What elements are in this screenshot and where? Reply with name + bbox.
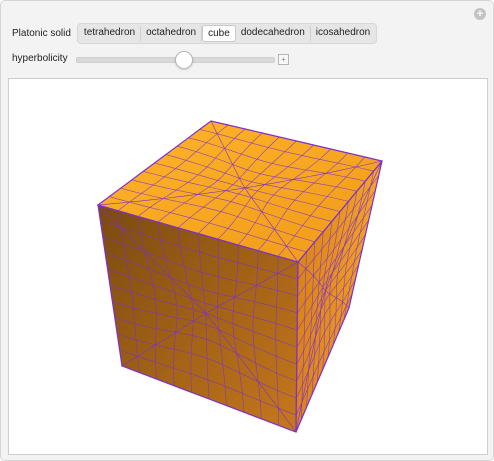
solid-option-octahedron[interactable]: octahedron [141,24,203,42]
plus-circle-icon[interactable]: + [474,8,486,20]
solid-label: Platonic solid [12,27,71,39]
plot-canvas[interactable] [8,78,488,455]
demonstration-panel: + Platonic solid tetrahedron octahedron … [0,0,494,461]
solid-option-cube[interactable]: cube [202,24,236,42]
solid-option-dodecahedron[interactable]: dodecahedron [236,24,311,42]
solid-option-icosahedron[interactable]: icosahedron [311,25,375,42]
hyperbolicity-label: hyperbolicity [12,52,68,64]
plus-square-icon[interactable]: + [278,54,289,65]
hyperbolicity-row: hyperbolicity [12,50,68,66]
hyperbolic-cube-graphic[interactable] [9,79,487,454]
solid-segmented-control: tetrahedron octahedron cube dodecahedron… [76,22,378,44]
solid-selector-row: Platonic solid tetrahedron octahedron cu… [12,22,378,44]
hyperbolicity-slider[interactable] [76,51,275,69]
solid-option-tetrahedron[interactable]: tetrahedron [79,24,142,42]
hyperbolicity-slider-thumb[interactable] [175,51,194,69]
